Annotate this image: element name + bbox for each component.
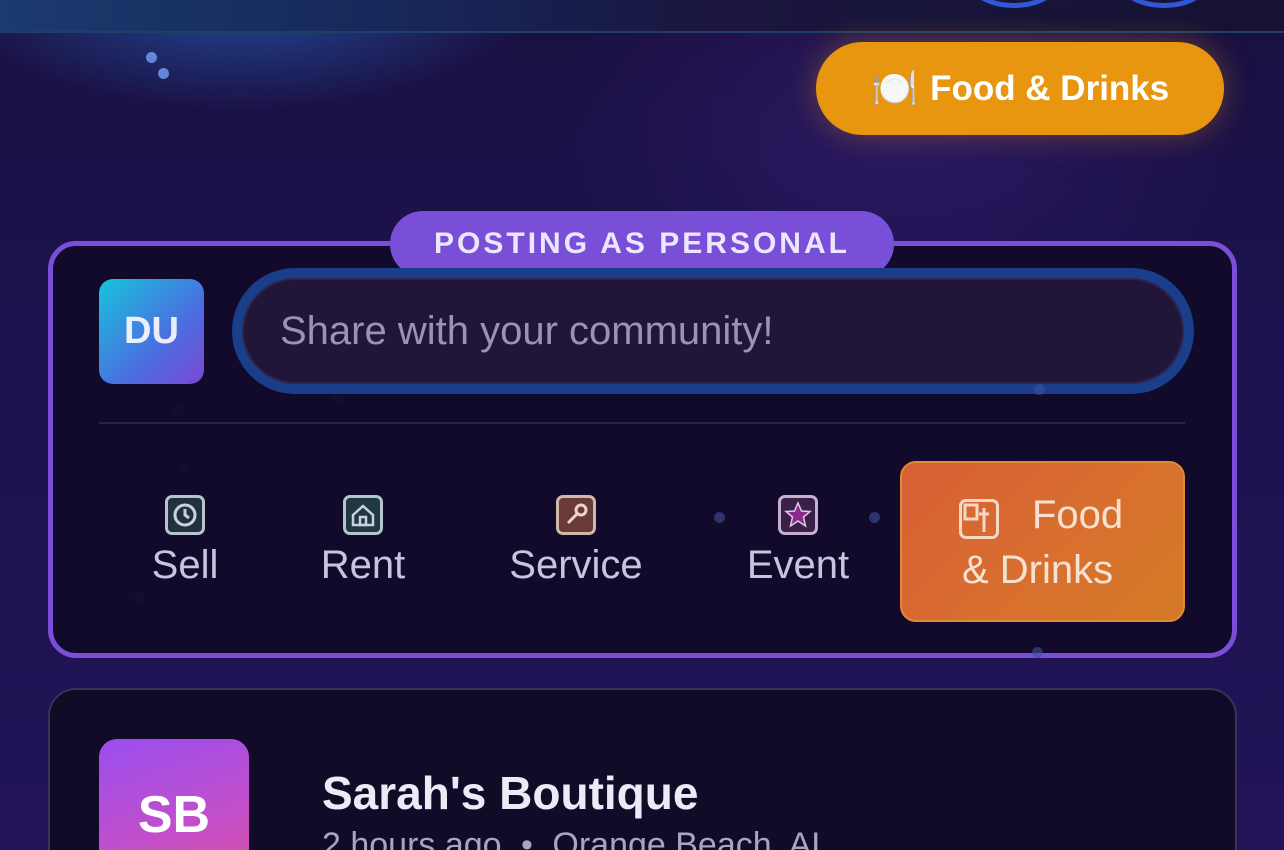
post-location: Orange Beach, AL <box>552 826 831 850</box>
sparkle-dot <box>1032 647 1043 658</box>
post-author-name[interactable]: Sarah's Boutique <box>322 766 698 820</box>
post-type-label: Sell <box>151 543 219 587</box>
top-navigation-bar <box>0 0 1284 33</box>
share-input[interactable]: Share with your community! <box>242 278 1184 384</box>
composer-divider <box>99 422 1185 424</box>
meta-separator: • <box>521 826 533 850</box>
nav-button-ring[interactable] <box>966 0 1062 8</box>
filter-chip-label: Food & Drinks <box>930 68 1170 108</box>
post-type-label: Event <box>746 543 850 587</box>
sparkle-dot <box>869 512 880 523</box>
clock-icon <box>165 495 205 535</box>
food-drinks-filter-chip[interactable]: 🍽️ Food & Drinks <box>816 42 1224 135</box>
post-type-rent[interactable]: Rent <box>318 495 408 588</box>
post-author-avatar[interactable]: SB <box>99 739 249 850</box>
wrench-icon <box>556 495 596 535</box>
post-type-service[interactable]: Service <box>503 495 649 588</box>
share-input-focus-ring[interactable]: Share with your community! <box>232 268 1194 394</box>
post-type-food-drinks-selected[interactable]: Food & Drinks <box>900 461 1185 622</box>
nav-button-ring[interactable] <box>1116 0 1212 8</box>
sparkle-dot <box>158 68 169 79</box>
post-type-label: Food <box>1032 493 1124 537</box>
sparkle-dot <box>1034 384 1045 395</box>
drink-icon <box>959 499 999 539</box>
sparkle-dot <box>714 512 725 523</box>
post-meta: 2 hours ago • Orange Beach, AL <box>322 826 830 850</box>
post-time: 2 hours ago <box>322 826 502 850</box>
post-type-label: Rent <box>320 543 406 587</box>
post-type-event[interactable]: Event <box>743 495 853 588</box>
post-type-label: & Drinks <box>962 548 1114 592</box>
house-icon <box>343 495 383 535</box>
sparkle-dot <box>146 52 157 63</box>
plate-utensils-icon: 🍽️ <box>870 67 919 110</box>
star-icon <box>778 495 818 535</box>
post-type-label: Service <box>509 543 643 587</box>
user-avatar[interactable]: DU <box>99 279 204 384</box>
post-type-sell[interactable]: Sell <box>150 495 220 588</box>
